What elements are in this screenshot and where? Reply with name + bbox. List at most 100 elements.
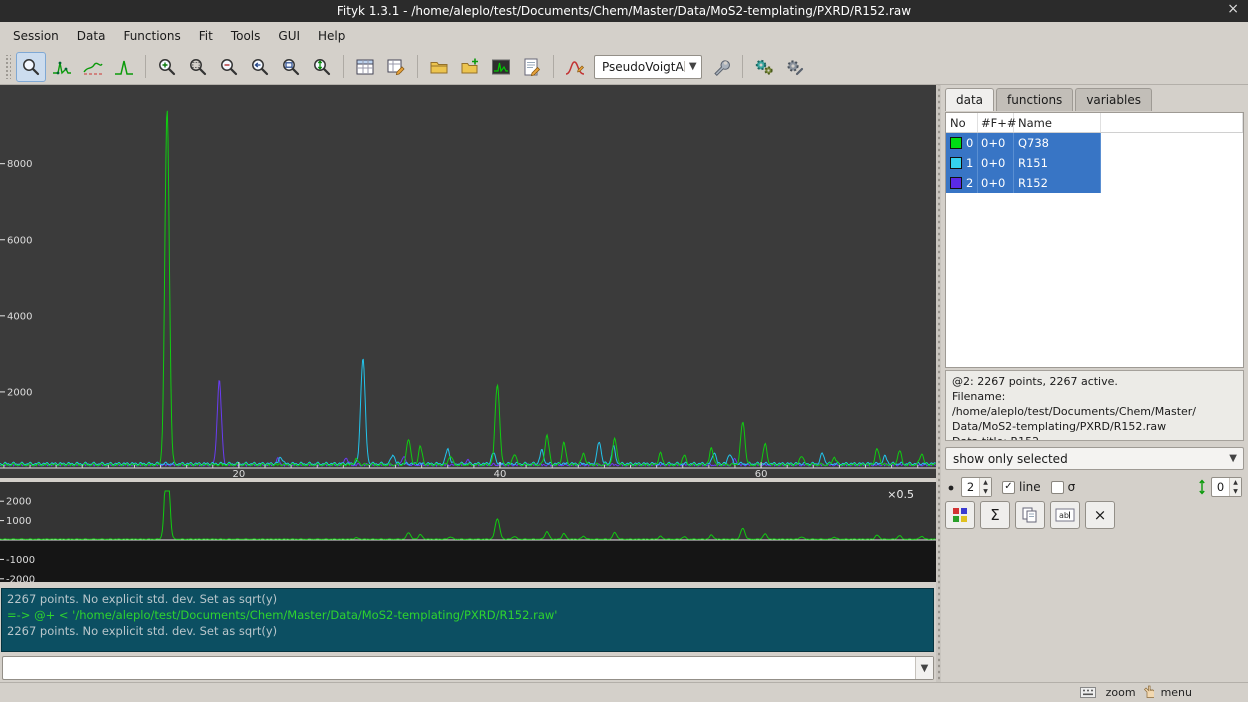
- spinner-arrows[interactable]: ▲▼: [1229, 478, 1241, 496]
- command-input[interactable]: [2, 656, 934, 680]
- col-header-name: Name: [1014, 113, 1101, 132]
- menu-gui[interactable]: GUI: [269, 25, 309, 47]
- delete-data-button[interactable]: ×: [1085, 501, 1115, 529]
- y-tick-label: 8000: [7, 159, 32, 170]
- zoom-vertical-button[interactable]: [307, 52, 337, 82]
- dataset-row[interactable]: 0 0+0 Q738: [946, 133, 1243, 153]
- aux-tick-label: -2000: [6, 574, 35, 582]
- copy-data-button[interactable]: [1015, 501, 1045, 529]
- titlebar[interactable]: Fityk 1.3.1 - /home/aleplo/test/Document…: [0, 0, 1248, 22]
- dataset-color-swatch[interactable]: [950, 137, 962, 149]
- x-tick-label: 60: [755, 469, 768, 478]
- dataset-row[interactable]: 2 0+0 R152: [946, 173, 1243, 193]
- col-header-fpf: #F+#: [978, 113, 1014, 132]
- filter-dropdown[interactable]: show only selected ▼: [945, 447, 1244, 470]
- zoom-previous-icon: [249, 56, 271, 78]
- toolbar-separator: [145, 55, 146, 78]
- sigma-sum-icon: Σ: [990, 506, 999, 524]
- color-grid-icon: [952, 507, 968, 523]
- dataset-fpf: 0+0: [978, 153, 1014, 173]
- point-size-spinner[interactable]: 2 ▲▼: [961, 477, 992, 497]
- statusbar: zoom menu: [0, 682, 1248, 702]
- plot-settings-button[interactable]: [486, 52, 516, 82]
- baseline-mode-button[interactable]: [78, 52, 108, 82]
- line-checkbox-label: line: [1019, 480, 1041, 494]
- magnifier-icon: [20, 56, 42, 78]
- svg-text:ab: ab: [1059, 511, 1069, 520]
- dataset-color-swatch[interactable]: [950, 177, 962, 189]
- checkbox-unchecked-icon: [1051, 481, 1064, 494]
- data-edit-button[interactable]: [381, 52, 411, 82]
- menu-functions[interactable]: Functions: [114, 25, 189, 47]
- dataset-color-swatch[interactable]: [950, 157, 962, 169]
- zoom-selection-icon: [187, 56, 209, 78]
- dataset-info: @2: 2267 points, 2267 active. Filename: …: [945, 370, 1244, 441]
- show-sum-button[interactable]: Σ: [980, 501, 1010, 529]
- zoom-in-button[interactable]: [152, 52, 182, 82]
- keyboard-icon: [1080, 687, 1096, 698]
- main-plot[interactable]: 2040602000400060008000: [0, 85, 936, 478]
- point-size-value: 2: [962, 478, 979, 496]
- shift-value: 0: [1212, 478, 1229, 496]
- zoom-out-icon: [218, 56, 240, 78]
- input-history-dropdown[interactable]: ▼: [915, 657, 933, 679]
- point-size-icon: [945, 481, 957, 493]
- chevron-down-icon: ▼: [1229, 453, 1237, 464]
- line-checkbox[interactable]: ✓ line: [1002, 480, 1041, 494]
- close-button[interactable]: ×: [1227, 1, 1239, 17]
- menu-help[interactable]: Help: [309, 25, 354, 47]
- aux-tick-label: 1000: [6, 516, 31, 527]
- toolbar-drag-handle[interactable]: [4, 55, 11, 79]
- y-tick-label: 4000: [7, 311, 32, 322]
- info-line: Filename: /home/aleplo/test/Documents/Ch…: [952, 389, 1237, 419]
- zoom-out-button[interactable]: [214, 52, 244, 82]
- spinner-arrows[interactable]: ▲▼: [979, 478, 991, 496]
- open-data-button[interactable]: [424, 52, 454, 82]
- menu-tools[interactable]: Tools: [222, 25, 270, 47]
- zoom-in-icon: [156, 56, 178, 78]
- rename-data-button[interactable]: ab: [1050, 501, 1080, 529]
- command-input-row: ▼: [2, 656, 934, 680]
- y-tick-label: 6000: [7, 235, 32, 246]
- parameters-wrench-button[interactable]: [706, 52, 736, 82]
- zoom-previous-button[interactable]: [245, 52, 275, 82]
- function-type-dropdown[interactable]: PseudoVoigtA ▼: [594, 55, 702, 79]
- zoom-mode-button[interactable]: [16, 52, 46, 82]
- zoom-selection-button[interactable]: [183, 52, 213, 82]
- append-data-button[interactable]: [455, 52, 485, 82]
- open-folder-icon: [428, 56, 450, 78]
- x-tick-label: 40: [494, 469, 507, 478]
- aux-scale-label: ×0.5: [887, 488, 914, 501]
- zoom-status-label: zoom: [1106, 686, 1136, 699]
- shift-spinner[interactable]: 0 ▲▼: [1211, 477, 1242, 497]
- zoom-all-button[interactable]: [276, 52, 306, 82]
- toolbar-separator: [343, 55, 344, 78]
- aux-plot[interactable]: 20001000-1000-2000 ×0.5: [0, 482, 936, 582]
- menu-data[interactable]: Data: [68, 25, 115, 47]
- dataset-name: R152: [1014, 173, 1101, 193]
- output-console[interactable]: 2267 points. No explicit std. dev. Set a…: [1, 588, 934, 652]
- tab-variables[interactable]: variables: [1075, 88, 1152, 111]
- chevron-down-icon: ▼: [921, 663, 929, 674]
- statusbar-config-button[interactable]: [1077, 686, 1099, 700]
- data-properties-button[interactable]: [350, 52, 380, 82]
- quick-add-function-button[interactable]: [560, 52, 590, 82]
- data-range-mode-button[interactable]: [47, 52, 77, 82]
- sidebar: data functions variables No #F+# Name 0 …: [941, 85, 1248, 682]
- function-type-value: PseudoVoigtA: [602, 60, 684, 74]
- fit-settings-button[interactable]: [780, 52, 810, 82]
- add-peak-mode-button[interactable]: [109, 52, 139, 82]
- menu-session[interactable]: Session: [4, 25, 68, 47]
- tab-functions[interactable]: functions: [996, 88, 1073, 111]
- data-edit-icon: [385, 56, 407, 78]
- fit-run-button[interactable]: [749, 52, 779, 82]
- append-folder-icon: [459, 56, 481, 78]
- menu-fit[interactable]: Fit: [190, 25, 222, 47]
- col-header-no: No: [946, 113, 978, 132]
- edit-script-button[interactable]: [517, 52, 547, 82]
- tab-data[interactable]: data: [945, 88, 994, 111]
- dataset-row[interactable]: 1 0+0 R151: [946, 153, 1243, 173]
- bell-curve-icon: [564, 56, 586, 78]
- sigma-checkbox[interactable]: σ: [1051, 480, 1076, 494]
- data-colors-button[interactable]: [945, 501, 975, 529]
